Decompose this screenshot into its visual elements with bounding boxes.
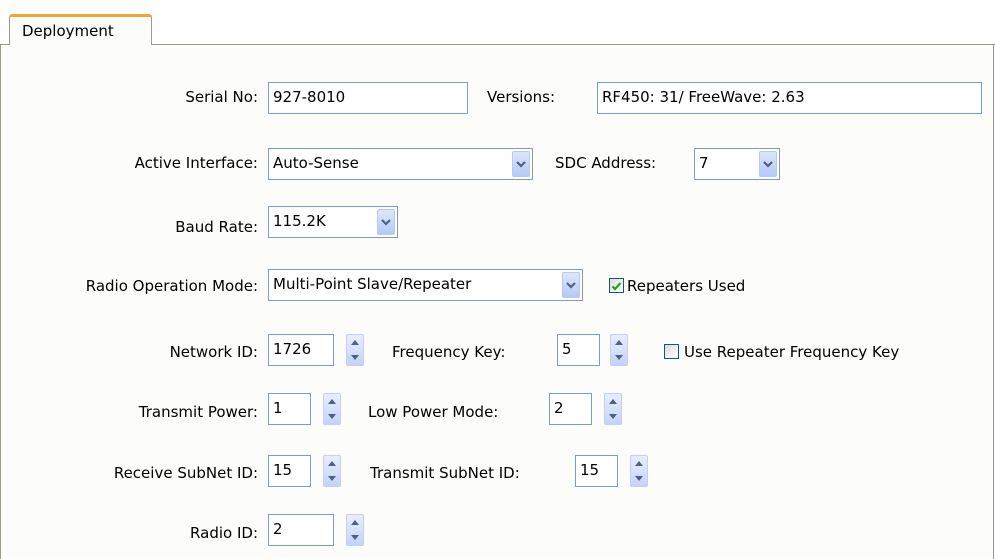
repeaters-used-checkbox[interactable] <box>609 278 624 293</box>
radio-mode-label: Radio Operation Mode: <box>85 277 258 295</box>
network-id-field[interactable]: 1726 <box>268 334 334 366</box>
radio-id-spinner[interactable] <box>346 514 364 546</box>
versions-field[interactable]: RF450: 31/ FreeWave: 2.63 <box>597 82 982 114</box>
tab-deployment-label: Deployment <box>22 22 114 40</box>
use-repeater-frequency-checkbox[interactable] <box>664 344 679 359</box>
spin-down-icon[interactable] <box>347 530 363 545</box>
receive-subnet-field[interactable]: 15 <box>268 455 311 487</box>
spin-down-icon[interactable] <box>324 471 340 486</box>
spin-down-icon[interactable] <box>324 409 340 424</box>
radio-mode-value: Multi-Point Slave/Repeater <box>273 275 472 293</box>
chevron-down-icon[interactable] <box>562 272 580 298</box>
low-power-mode-field[interactable]: 2 <box>549 393 592 425</box>
tab-deployment[interactable]: Deployment <box>9 14 152 45</box>
network-id-label: Network ID: <box>169 343 258 361</box>
spin-up-icon[interactable] <box>631 456 647 471</box>
chevron-down-icon[interactable] <box>512 151 530 177</box>
active-interface-select[interactable]: Auto-Sense <box>268 148 533 180</box>
tab-strip: Deployment <box>0 0 995 46</box>
transmit-power-label: Transmit Power: <box>138 403 258 421</box>
transmit-power-field[interactable]: 1 <box>268 393 311 425</box>
chevron-down-icon[interactable] <box>377 209 395 235</box>
sdc-address-label: SDC Address: <box>555 154 657 172</box>
chevron-down-icon[interactable] <box>759 151 777 177</box>
sdc-address-value: 7 <box>699 154 709 172</box>
spin-up-icon[interactable] <box>324 394 340 409</box>
active-interface-value: Auto-Sense <box>273 154 359 172</box>
repeaters-used-label: Repeaters Used <box>627 277 746 295</box>
spin-down-icon[interactable] <box>611 350 627 365</box>
radio-mode-select[interactable]: Multi-Point Slave/Repeater <box>268 269 583 301</box>
active-interface-label: Active Interface: <box>134 154 258 172</box>
use-repeater-frequency-label: Use Repeater Frequency Key <box>684 343 900 361</box>
baud-rate-label: Baud Rate: <box>175 218 258 236</box>
spin-up-icon[interactable] <box>324 456 340 471</box>
versions-label: Versions: <box>487 88 556 106</box>
sdc-address-select[interactable]: 7 <box>694 148 780 180</box>
frequency-key-label: Frequency Key: <box>392 343 506 361</box>
spin-down-icon[interactable] <box>347 350 363 365</box>
spin-up-icon[interactable] <box>347 335 363 350</box>
baud-rate-value: 115.2K <box>273 212 326 230</box>
network-id-spinner[interactable] <box>346 334 364 366</box>
baud-rate-select[interactable]: 115.2K <box>268 206 398 238</box>
spin-up-icon[interactable] <box>347 515 363 530</box>
transmit-subnet-spinner[interactable] <box>630 455 648 487</box>
transmit-subnet-label: Transmit SubNet ID: <box>370 464 520 482</box>
receive-subnet-label: Receive SubNet ID: <box>113 464 258 482</box>
receive-subnet-spinner[interactable] <box>323 455 341 487</box>
tab-join <box>10 43 151 46</box>
spin-up-icon[interactable] <box>611 335 627 350</box>
frequency-key-field[interactable]: 5 <box>557 334 600 366</box>
frequency-key-spinner[interactable] <box>610 334 628 366</box>
checkmark-icon <box>611 282 622 291</box>
radio-id-label: Radio ID: <box>190 524 258 542</box>
low-power-mode-label: Low Power Mode: <box>368 403 499 421</box>
transmit-subnet-field[interactable]: 15 <box>575 455 618 487</box>
spin-down-icon[interactable] <box>605 409 621 424</box>
spin-up-icon[interactable] <box>605 394 621 409</box>
low-power-mode-spinner[interactable] <box>604 393 622 425</box>
serial-field[interactable]: 927-8010 <box>268 82 468 114</box>
radio-id-field[interactable]: 2 <box>268 514 334 546</box>
spin-down-icon[interactable] <box>631 471 647 486</box>
serial-label: Serial No: <box>185 88 258 106</box>
transmit-power-spinner[interactable] <box>323 393 341 425</box>
